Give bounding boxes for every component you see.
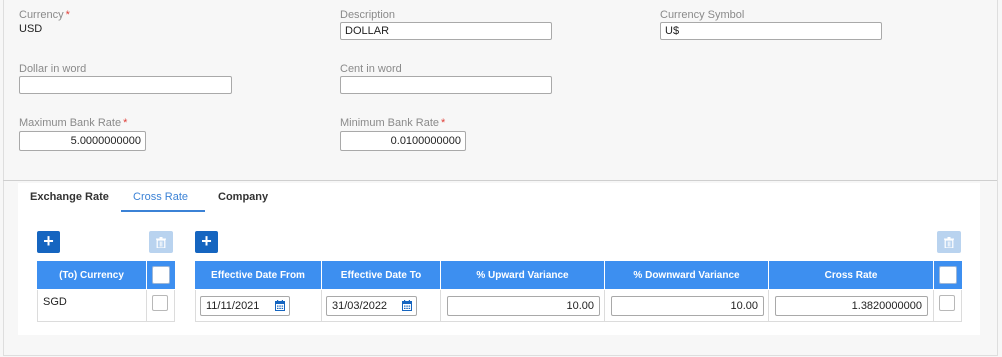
effective-date-from-header[interactable]: Effective Date From bbox=[195, 261, 322, 289]
add-cross-rate-button[interactable]: + bbox=[195, 231, 218, 253]
table-row: 11/11/2021 bbox=[195, 290, 322, 322]
table-cell: 31/03/2022 bbox=[322, 290, 441, 322]
select-all-right-header[interactable] bbox=[934, 261, 962, 289]
dollar-in-word-field[interactable] bbox=[19, 76, 232, 94]
row-select-cell bbox=[147, 290, 175, 322]
max-bank-rate-field[interactable]: 5.0000000000 bbox=[19, 131, 146, 151]
date-from-value: 11/11/2021 bbox=[206, 300, 260, 312]
select-all-checkbox[interactable] bbox=[939, 266, 957, 284]
min-bank-rate-label: Minimum Bank Rate * bbox=[340, 117, 446, 129]
currency-symbol-label: Currency Symbol bbox=[660, 9, 745, 21]
table-row[interactable]: SGD bbox=[37, 290, 147, 322]
date-to-value: 31/03/2022 bbox=[332, 300, 388, 312]
calendar-icon[interactable] bbox=[275, 300, 285, 311]
select-all-checkbox[interactable] bbox=[152, 266, 170, 284]
trash-icon bbox=[156, 236, 166, 248]
dollar-in-word-label: Dollar in word bbox=[19, 63, 87, 75]
upward-variance-field[interactable]: 10.00 bbox=[447, 296, 600, 316]
section-divider bbox=[3, 180, 997, 181]
description-field[interactable]: DOLLAR bbox=[340, 22, 552, 40]
tab-company[interactable]: Company bbox=[218, 191, 268, 203]
plus-icon: + bbox=[201, 231, 212, 251]
cross-rate-field[interactable]: 1.3820000000 bbox=[775, 296, 928, 316]
active-tab-indicator bbox=[121, 210, 205, 212]
delete-currency-button[interactable] bbox=[149, 231, 173, 253]
description-label: Description bbox=[340, 9, 396, 21]
tab-exchange-rate[interactable]: Exchange Rate bbox=[30, 191, 109, 203]
currency-symbol-field[interactable]: U$ bbox=[660, 22, 882, 40]
cent-in-word-label: Cent in word bbox=[340, 63, 402, 75]
add-currency-button[interactable]: + bbox=[37, 231, 60, 253]
plus-icon: + bbox=[43, 231, 54, 251]
row-select-cell bbox=[934, 290, 962, 322]
calendar-icon[interactable] bbox=[402, 300, 412, 311]
delete-cross-rate-button[interactable] bbox=[937, 231, 961, 253]
min-bank-rate-field[interactable]: 0.0100000000 bbox=[340, 131, 466, 151]
row-checkbox[interactable] bbox=[939, 295, 955, 311]
row-checkbox[interactable] bbox=[152, 295, 168, 311]
date-to-field[interactable]: 31/03/2022 bbox=[326, 296, 417, 316]
cent-in-word-field[interactable] bbox=[340, 76, 552, 94]
cross-rate-header[interactable]: Cross Rate bbox=[769, 261, 934, 289]
to-currency-header[interactable]: (To) Currency bbox=[37, 261, 147, 289]
upward-variance-header[interactable]: % Upward Variance bbox=[441, 261, 605, 289]
tab-cross-rate[interactable]: Cross Rate bbox=[133, 191, 188, 203]
currency-label: Currency * bbox=[19, 9, 70, 21]
select-all-left-header[interactable] bbox=[147, 261, 175, 289]
trash-icon bbox=[944, 236, 954, 248]
downward-variance-field[interactable]: 10.00 bbox=[611, 296, 764, 316]
table-cell: 1.3820000000 bbox=[769, 290, 934, 322]
downward-variance-header[interactable]: % Downward Variance bbox=[605, 261, 769, 289]
date-from-field[interactable]: 11/11/2021 bbox=[200, 296, 290, 316]
max-bank-rate-label: Maximum Bank Rate * bbox=[19, 117, 128, 129]
table-cell: 10.00 bbox=[441, 290, 605, 322]
currency-value: USD bbox=[19, 23, 43, 35]
to-currency-cell: SGD bbox=[43, 296, 67, 308]
table-cell: 10.00 bbox=[605, 290, 769, 322]
effective-date-to-header[interactable]: Effective Date To bbox=[322, 261, 441, 289]
